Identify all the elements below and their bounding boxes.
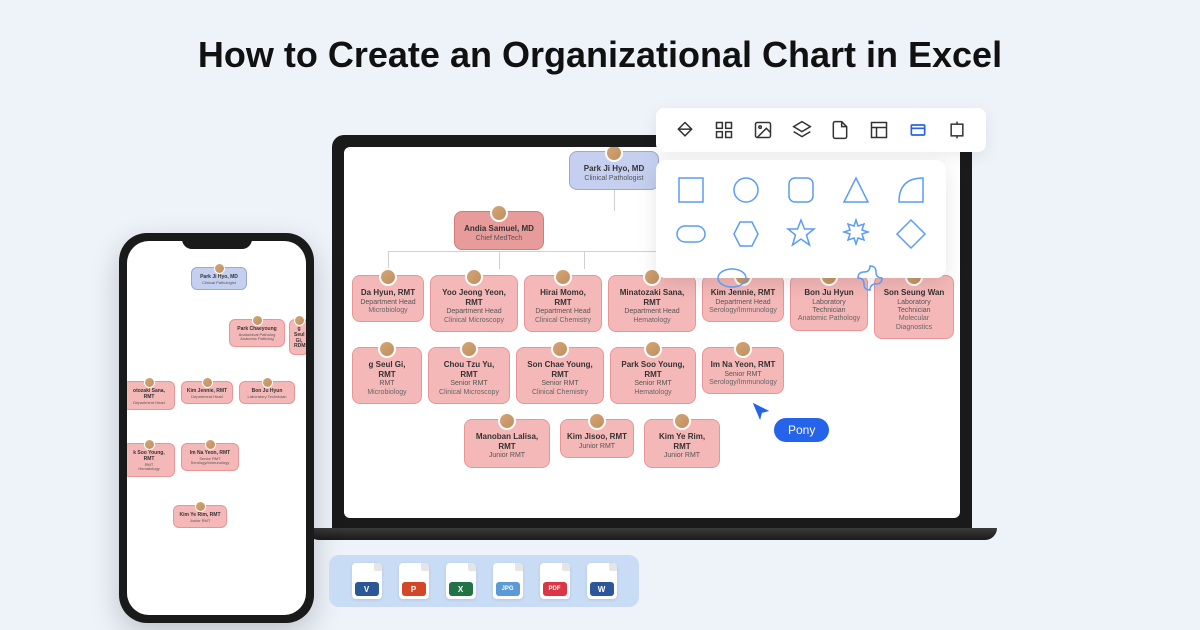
image-icon[interactable] bbox=[753, 120, 773, 140]
avatar-icon bbox=[644, 340, 662, 358]
avatar-icon bbox=[460, 340, 478, 358]
toolbar bbox=[656, 108, 986, 152]
shape-burst[interactable] bbox=[840, 218, 872, 250]
layers-icon[interactable] bbox=[792, 120, 812, 140]
export-word-button[interactable]: W bbox=[587, 563, 617, 599]
org-node-top[interactable]: Park Ji Hyo, MD Clinical Pathologist bbox=[569, 151, 659, 190]
org-node[interactable]: Son Chae Young, RMT Senior RMT Clinical … bbox=[516, 347, 604, 404]
shape-leaf[interactable] bbox=[895, 174, 927, 206]
org-node[interactable]: Minatozaki Sana, RMT Department Head Hem… bbox=[608, 275, 696, 332]
org-node[interactable]: Kim Ye Rim, RMT Junior RMT bbox=[644, 419, 720, 468]
org-node[interactable]: Park Soo Young, RMT Senior RMT Hematolog… bbox=[610, 347, 696, 404]
org-node[interactable]: Bon Ju Hyun Laboratory Technician bbox=[239, 381, 295, 404]
org-node[interactable]: g Seul Gi, RDMS bbox=[289, 319, 306, 355]
org-node[interactable]: Hirai Momo, RMT Department Head Clinical… bbox=[524, 275, 602, 332]
org-node[interactable]: Son Seung Wan Laboratory Technician Mole… bbox=[874, 275, 954, 339]
export-bar: V P X JPG PDF W bbox=[329, 555, 639, 607]
avatar-icon bbox=[551, 340, 569, 358]
org-node[interactable]: k Soo Young, RMT RMT Hematology bbox=[127, 443, 175, 477]
export-powerpoint-button[interactable]: P bbox=[399, 563, 429, 599]
org-node[interactable]: otozaki Sana, RMT Department Head bbox=[127, 381, 175, 410]
page-icon[interactable] bbox=[830, 120, 850, 140]
avatar-icon bbox=[605, 147, 623, 162]
avatar-icon bbox=[498, 412, 516, 430]
shape-triangle[interactable] bbox=[840, 174, 872, 206]
collaborator-name: Pony bbox=[774, 418, 829, 442]
container-icon[interactable] bbox=[908, 120, 928, 140]
avatar-icon bbox=[202, 377, 213, 388]
export-pdf-button[interactable]: PDF bbox=[540, 563, 570, 599]
org-node[interactable]: g Seul Gi, RMT RMT Microbiology bbox=[352, 347, 422, 404]
avatar-icon bbox=[205, 439, 216, 450]
apps-icon[interactable] bbox=[714, 120, 734, 140]
avatar-icon bbox=[465, 268, 483, 286]
avatar-icon bbox=[214, 263, 225, 274]
phone-notch bbox=[182, 233, 252, 249]
avatar-icon bbox=[673, 412, 691, 430]
shape-square[interactable] bbox=[675, 174, 707, 206]
layout-icon[interactable] bbox=[869, 120, 889, 140]
org-node[interactable]: Yoo Jeong Yeon, RMT Department Head Clin… bbox=[430, 275, 518, 332]
shape-diamond[interactable] bbox=[895, 218, 927, 250]
cursor-icon bbox=[750, 400, 772, 422]
shape-rounded-rect[interactable] bbox=[675, 218, 707, 250]
export-jpg-button[interactable]: JPG bbox=[493, 563, 523, 599]
org-node[interactable]: Kim Ye Rim, RMT Junior RMT bbox=[173, 505, 227, 528]
avatar-icon bbox=[588, 412, 606, 430]
phone-frame: Park Ji Hyo, MD Clinical Pathologist Par… bbox=[119, 233, 314, 623]
export-visio-button[interactable]: V bbox=[352, 563, 382, 599]
page-title: How to Create an Organizational Chart in… bbox=[0, 34, 1200, 76]
avatar-icon bbox=[195, 501, 206, 512]
avatar-icon bbox=[378, 340, 396, 358]
avatar-icon bbox=[490, 204, 508, 222]
avatar-icon bbox=[379, 268, 397, 286]
shape-rounded-square[interactable] bbox=[785, 174, 817, 206]
shape-ellipse[interactable] bbox=[716, 262, 748, 294]
collaborator-cursor: Pony bbox=[750, 400, 772, 427]
org-node-chief[interactable]: Andia Samuel, MD Chief MedTech bbox=[454, 211, 544, 250]
avatar-icon bbox=[144, 377, 155, 388]
export-excel-button[interactable]: X bbox=[446, 563, 476, 599]
org-node[interactable]: Kim Jisoo, RMT Junior RMT bbox=[560, 419, 634, 458]
org-node[interactable]: Park Chaeyoung Anatomical Patholog Anato… bbox=[229, 319, 285, 347]
frame-icon[interactable] bbox=[947, 120, 967, 140]
avatar-icon bbox=[252, 315, 263, 326]
org-node[interactable]: Manoban Lalisa, RMT Junior RMT bbox=[464, 419, 550, 468]
org-node[interactable]: Chou Tzu Yu, RMT Senior RMT Clinical Mic… bbox=[428, 347, 510, 404]
org-node[interactable]: Kim Jennie, RMT Department Head bbox=[181, 381, 233, 404]
avatar-icon bbox=[734, 340, 752, 358]
avatar-icon bbox=[262, 377, 273, 388]
shape-star[interactable] bbox=[785, 218, 817, 250]
org-node[interactable]: Im Na Yeon, RMT Senior RMT Serology/Immu… bbox=[181, 443, 239, 471]
laptop-base bbox=[307, 528, 997, 540]
shape-hexagon[interactable] bbox=[730, 218, 762, 250]
shape-flower[interactable] bbox=[854, 262, 886, 294]
org-node[interactable]: Im Na Yeon, RMT Senior RMT Serology/Immu… bbox=[702, 347, 784, 394]
avatar-icon bbox=[294, 315, 305, 326]
org-node[interactable]: Da Hyun, RMT Department Head Microbiolog… bbox=[352, 275, 424, 322]
shape-circle[interactable] bbox=[730, 174, 762, 206]
fill-icon[interactable] bbox=[675, 120, 695, 140]
avatar-icon bbox=[554, 268, 572, 286]
phone-screen: Park Ji Hyo, MD Clinical Pathologist Par… bbox=[127, 241, 306, 615]
avatar-icon bbox=[144, 439, 155, 450]
shapes-panel bbox=[656, 160, 946, 278]
org-node[interactable]: Park Ji Hyo, MD Clinical Pathologist bbox=[191, 267, 247, 290]
